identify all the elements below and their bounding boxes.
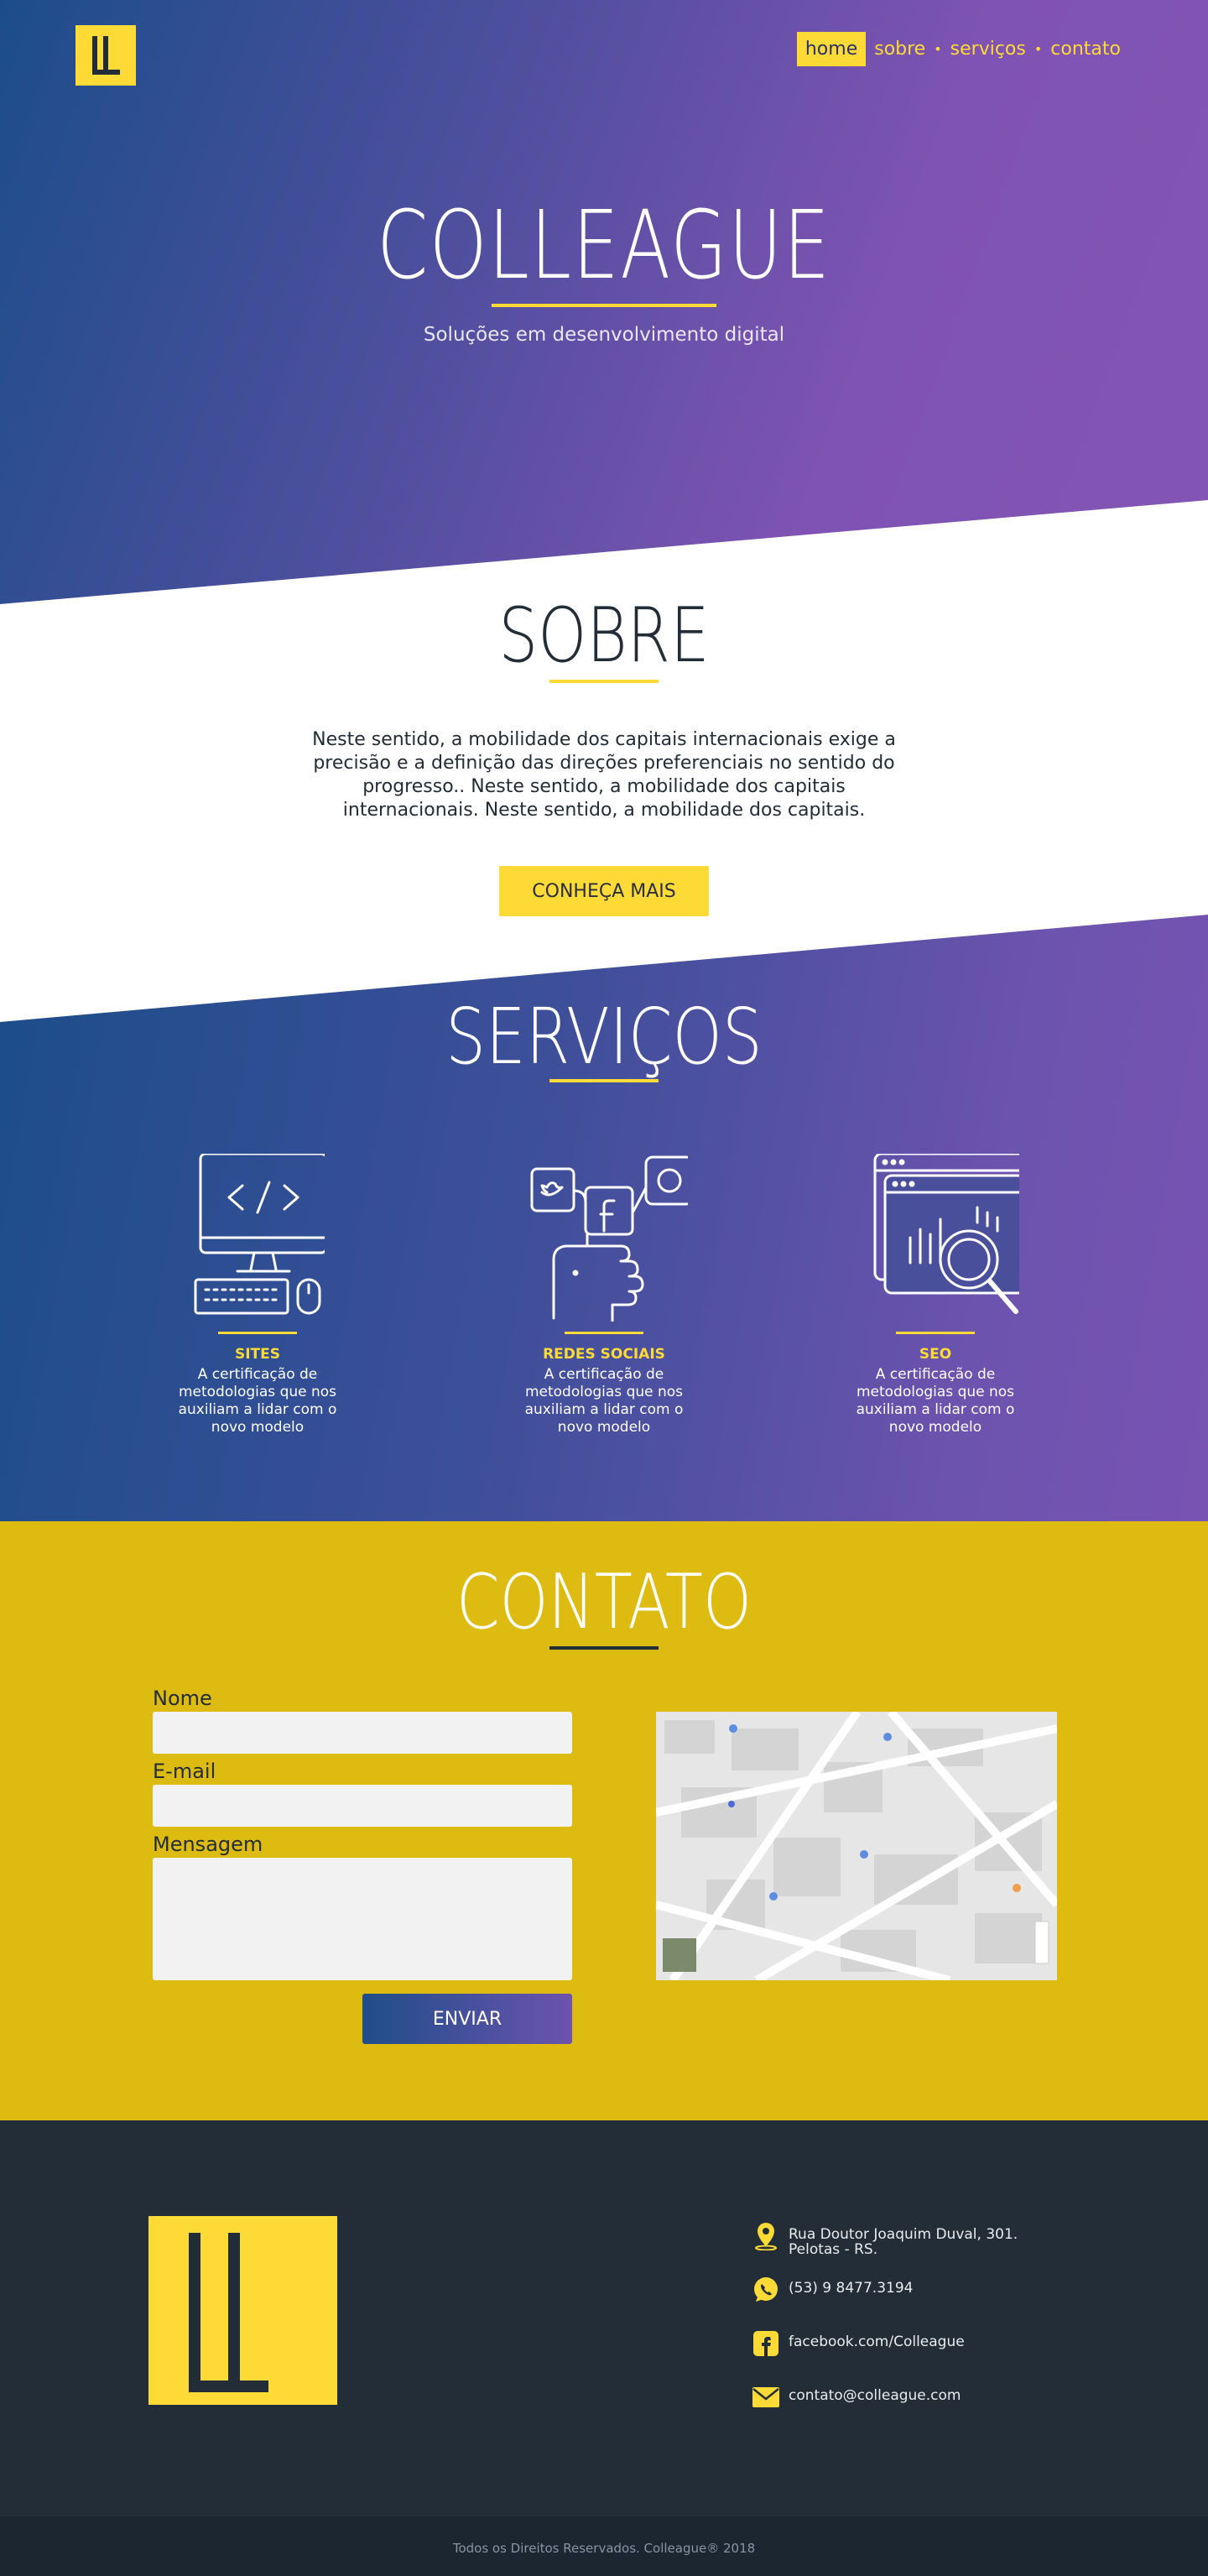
nome-field[interactable] [153,1712,572,1754]
service-card-seo: SEO A certificação de metodologias que n… [826,1154,1044,1437]
mensagem-label: Mensagem [153,1833,263,1856]
copyright-text: Todos os Direitos Reservados. Colleague®… [452,2541,756,2556]
contato-title-underline [549,1646,659,1650]
nome-label: Nome [153,1687,212,1710]
service-title: REDES SOCIAIS [543,1346,665,1363]
footer-facebook[interactable]: facebook.com/Colleague [752,2329,965,2358]
map-pin-icon [752,2222,780,2250]
location-map[interactable] [656,1712,1057,1980]
footer-phone: (53) 9 8477.3194 [752,2276,913,2304]
service-card-redes-sociais: REDES SOCIAIS A certificação de metodolo… [495,1154,713,1437]
nav-separator: • [934,41,942,57]
service-description: A certificação de metodologias que nos a… [178,1366,337,1436]
brand-logo[interactable] [76,25,136,86]
footer-address: Rua Doutor Joaquim Duval, 301. Pelotas -… [752,2222,1032,2257]
facebook-icon[interactable] [752,2329,780,2358]
phone-text: (53) 9 8477.3194 [789,2280,914,2297]
conheca-mais-button[interactable]: CONHEÇA MAIS [499,866,709,916]
service-description: A certificação de metodologias que nos a… [524,1366,684,1436]
sobre-text: Neste sentido, a mobilidade dos capitais… [312,729,896,821]
hero-subtitle: Soluções em desenvolvimento digital [423,324,785,346]
hero-title: COLLEAGUE [377,191,831,300]
nav-separator: • [1034,41,1043,57]
envelope-icon[interactable] [752,2383,780,2412]
social-media-hand-icon [530,1155,688,1322]
nav-link-contato[interactable]: contato [1042,32,1129,66]
contato-title: CONTATO [456,1558,752,1646]
address-text: Rua Doutor Joaquim Duval, 301. Pelotas -… [789,2226,1018,2258]
service-divider [218,1332,297,1334]
service-divider [896,1332,975,1334]
email-field[interactable] [153,1785,572,1827]
whatsapp-icon [752,2276,780,2304]
footer-logo [148,2216,337,2405]
email-link[interactable]: contato@colleague.com [789,2383,961,2403]
mensagem-field[interactable] [153,1858,572,1980]
servicos-title-underline [549,1079,659,1082]
sobre-title: SOBRE [498,592,710,680]
hero-section [0,0,1208,604]
nav-link-sobre[interactable]: sobre [866,32,934,66]
service-title: SEO [919,1346,952,1363]
service-divider [565,1332,643,1334]
main-nav: home sobre • serviços • contato [796,32,1129,66]
servicos-title: SERVIÇOS [445,992,763,1082]
enviar-button[interactable]: ENVIAR [362,1994,572,2044]
sobre-title-underline [549,680,659,683]
service-card-sites: SITES A certificação de metodologias que… [148,1154,367,1437]
seo-magnifier-icon [873,1154,1019,1314]
email-label: E-mail [153,1760,216,1783]
hero-title-underline [492,304,716,307]
map-image[interactable] [656,1712,1057,1980]
footer-email[interactable]: contato@colleague.com [752,2383,961,2412]
service-description: A certificação de metodologias que nos a… [856,1366,1015,1436]
facebook-link[interactable]: facebook.com/Colleague [789,2329,965,2349]
computer-code-icon [194,1154,325,1315]
service-title: SITES [234,1346,281,1363]
nav-link-servicos[interactable]: serviços [942,32,1034,66]
nav-link-home[interactable]: home [796,32,867,66]
